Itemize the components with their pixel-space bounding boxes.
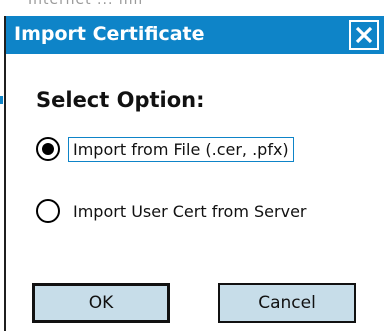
dialog-titlebar: Import Certificate <box>6 16 384 54</box>
option-import-from-file[interactable]: Import from File (.cer, .pfx) <box>36 134 294 164</box>
edge-mark <box>0 96 3 104</box>
close-icon <box>355 26 373 44</box>
dialog-title: Import Certificate <box>14 23 205 45</box>
radio-import-user-cert[interactable] <box>36 199 60 223</box>
option-label-import-from-file[interactable]: Import from File (.cer, .pfx) <box>68 136 294 162</box>
import-certificate-dialog: Import Certificate Select Option: Import… <box>4 16 384 331</box>
cancel-button[interactable]: Cancel <box>218 283 356 323</box>
background-partial-text: Internet ... mil <box>28 0 144 8</box>
option-import-user-cert[interactable]: Import User Cert from Server <box>36 196 311 226</box>
radio-import-from-file[interactable] <box>36 137 60 161</box>
select-option-heading: Select Option: <box>36 88 205 112</box>
close-button[interactable] <box>349 20 379 50</box>
option-label-import-user-cert[interactable]: Import User Cert from Server <box>68 199 311 224</box>
ok-button[interactable]: OK <box>32 283 170 323</box>
